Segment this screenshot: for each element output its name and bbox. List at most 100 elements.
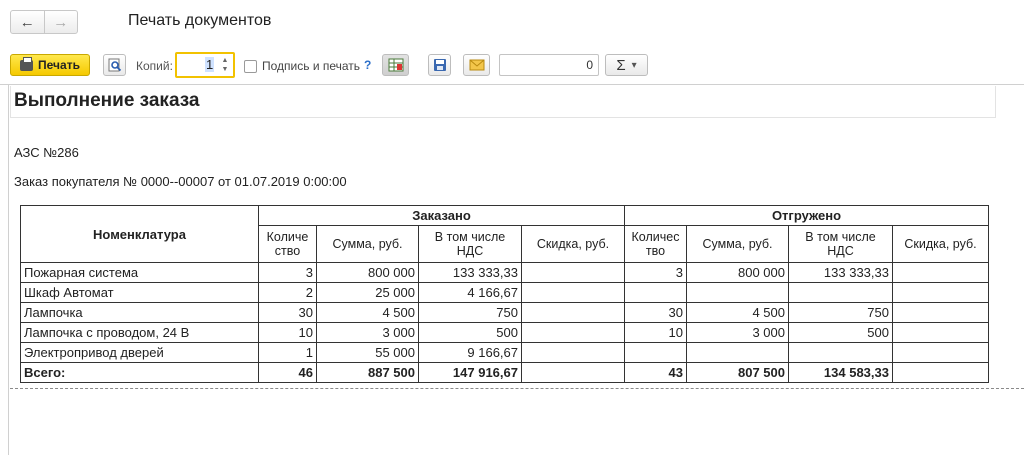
- table-row: Пожарная система 3 800 000 133 333,33 3 800 0…: [20, 262, 989, 283]
- sub-header: Количе ство: [258, 225, 317, 263]
- cell-value: 500: [788, 322, 893, 343]
- cell-value: 10: [624, 322, 687, 343]
- header-nomenclature: Номенклатура: [20, 205, 259, 263]
- cell-value: 3: [258, 262, 317, 283]
- arrow-left-icon: ←: [19, 13, 35, 31]
- cell-value: 55 000: [316, 342, 419, 363]
- print-button-label: Печать: [38, 58, 80, 72]
- save-button[interactable]: [428, 54, 451, 76]
- page-break-line: [10, 388, 1024, 389]
- sigma-icon: Σ: [616, 56, 626, 74]
- document-border-top: [0, 84, 1024, 85]
- cell-item-name: Лампочка: [20, 302, 259, 323]
- cell-value: [521, 262, 625, 283]
- cell-value: 3 000: [316, 322, 419, 343]
- print-button[interactable]: Печать: [10, 54, 90, 76]
- table-row: Лампочка 30 4 500 750 30 4 500 750: [20, 302, 989, 323]
- cell-value: 4 500: [686, 302, 789, 323]
- cell-value: 134 583,33: [788, 362, 893, 383]
- cell-value: [788, 342, 893, 363]
- sub-header: В том числе НДС: [788, 225, 893, 263]
- header-ordered-group: Заказано: [258, 205, 625, 226]
- number-field[interactable]: 0: [499, 54, 599, 76]
- cell-value: [892, 302, 989, 323]
- preview-button[interactable]: [103, 54, 126, 76]
- cell-value: 25 000: [316, 282, 419, 303]
- table-row: Электропривод дверей 1 55 000 9 166,67: [20, 342, 989, 363]
- table-row: Шкаф Автомат 2 25 000 4 166,67: [20, 282, 989, 303]
- help-link[interactable]: ?: [364, 58, 371, 72]
- sub-header: Сумма, руб.: [316, 225, 419, 263]
- cell-value: 30: [258, 302, 317, 323]
- cell-value: [892, 262, 989, 283]
- cell-value: 800 000: [316, 262, 419, 283]
- cell-value: 30: [624, 302, 687, 323]
- order-table: Номенклатура Заказано Отгружено Количе с…: [20, 205, 989, 383]
- cell-value: 2: [258, 282, 317, 303]
- email-button[interactable]: [463, 54, 490, 76]
- copies-value: 1: [205, 57, 215, 72]
- copies-input[interactable]: 1 ▲ ▼: [175, 52, 235, 78]
- cell-value: [521, 342, 625, 363]
- sub-header: Скидка, руб.: [521, 225, 625, 263]
- sign-print-label[interactable]: Подпись и печать: [262, 59, 360, 73]
- cell-value: [788, 282, 893, 303]
- back-button[interactable]: ←: [11, 11, 44, 33]
- copies-label: Копий:: [136, 59, 173, 73]
- table-row: Лампочка с проводом, 24 В 10 3 000 500 10 3 0…: [20, 322, 989, 343]
- station-name: АЗС №286: [14, 145, 79, 160]
- magnifier-icon: [108, 58, 121, 72]
- arrow-right-icon: →: [53, 13, 69, 31]
- sub-header: Количес тво: [624, 225, 687, 263]
- cell-item-name: Пожарная система: [20, 262, 259, 283]
- table-settings-icon: [388, 58, 403, 72]
- cell-value: 1: [258, 342, 317, 363]
- cell-value: [624, 282, 687, 303]
- cell-value: [686, 282, 789, 303]
- cell-value: 3 000: [686, 322, 789, 343]
- cell-value: 3: [624, 262, 687, 283]
- cell-item-name: Электропривод дверей: [20, 342, 259, 363]
- cell-value: [892, 322, 989, 343]
- table-total-row: Всего: 46 887 500 147 916,67 43 807 500 134 58…: [20, 362, 989, 383]
- cell-value: [521, 362, 625, 383]
- cell-value: 807 500: [686, 362, 789, 383]
- cell-value: [892, 362, 989, 383]
- cell-item-name: Лампочка с проводом, 24 В: [20, 322, 259, 343]
- cell-value: 133 333,33: [418, 262, 522, 283]
- forward-button[interactable]: →: [43, 11, 78, 33]
- cell-value: 4 166,67: [418, 282, 522, 303]
- sub-header: Сумма, руб.: [686, 225, 789, 263]
- cell-value: 4 500: [316, 302, 419, 323]
- cell-value: 10: [258, 322, 317, 343]
- cell-value: [521, 322, 625, 343]
- cell-value: [892, 282, 989, 303]
- table-settings-button[interactable]: [382, 54, 409, 76]
- cell-value: 800 000: [686, 262, 789, 283]
- cell-value: [686, 342, 789, 363]
- table-body: Пожарная система 3 800 000 133 333,33 3 800 0…: [20, 262, 989, 383]
- printer-icon: [20, 56, 34, 71]
- cell-value: 500: [418, 322, 522, 343]
- cell-value: [624, 342, 687, 363]
- sign-print-checkbox[interactable]: [244, 60, 257, 73]
- cell-value: 887 500: [316, 362, 419, 383]
- sub-header: В том числе НДС: [418, 225, 522, 263]
- cell-value: 9 166,67: [418, 342, 522, 363]
- envelope-icon: [469, 59, 484, 71]
- sum-button[interactable]: Σ ▾: [605, 54, 648, 76]
- cell-value: 750: [418, 302, 522, 323]
- floppy-disk-icon: [433, 59, 446, 71]
- order-info: Заказ покупателя № 0000--00007 от 01.07.…: [14, 174, 347, 189]
- cell-value: 750: [788, 302, 893, 323]
- cell-value: 46: [258, 362, 317, 383]
- cell-value: [521, 282, 625, 303]
- header-shipped-group: Отгружено: [624, 205, 989, 226]
- cell-value: 133 333,33: [788, 262, 893, 283]
- document-border-left: [8, 84, 9, 455]
- sub-header: Скидка, руб.: [892, 225, 989, 263]
- chevron-down-icon: ▾: [631, 59, 637, 71]
- copies-spinner[interactable]: ▲ ▼: [219, 56, 231, 74]
- cell-value: [892, 342, 989, 363]
- document-title: Выполнение заказа: [14, 90, 200, 111]
